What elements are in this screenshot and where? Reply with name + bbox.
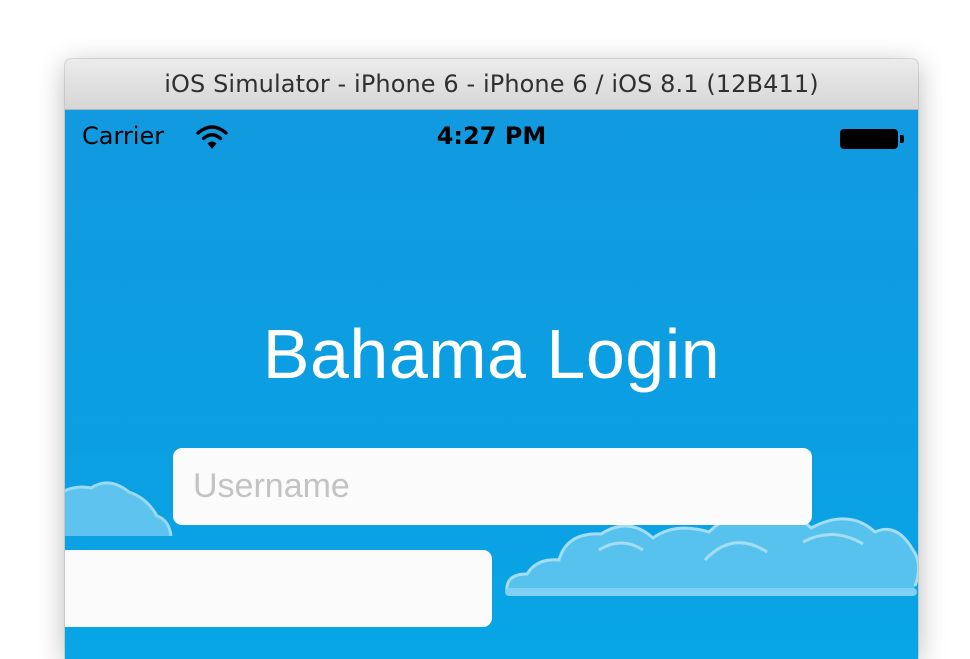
window-title: iOS Simulator - iPhone 6 - iPhone 6 / iO…	[164, 70, 819, 98]
status-bar: Carrier 4:27 PM	[65, 110, 918, 166]
simulator-window: iOS Simulator - iPhone 6 - iPhone 6 / iO…	[65, 59, 918, 659]
status-time: 4:27 PM	[436, 122, 547, 150]
password-input[interactable]	[65, 550, 492, 627]
window-titlebar[interactable]: iOS Simulator - iPhone 6 - iPhone 6 / iO…	[65, 59, 918, 110]
phone-screen: Carrier 4:27 PM Bahama Login	[65, 110, 918, 659]
cloud-left-decoration	[65, 481, 173, 536]
app-title: Bahama Login	[262, 315, 721, 393]
battery-icon	[840, 129, 906, 149]
username-input[interactable]	[173, 448, 812, 525]
